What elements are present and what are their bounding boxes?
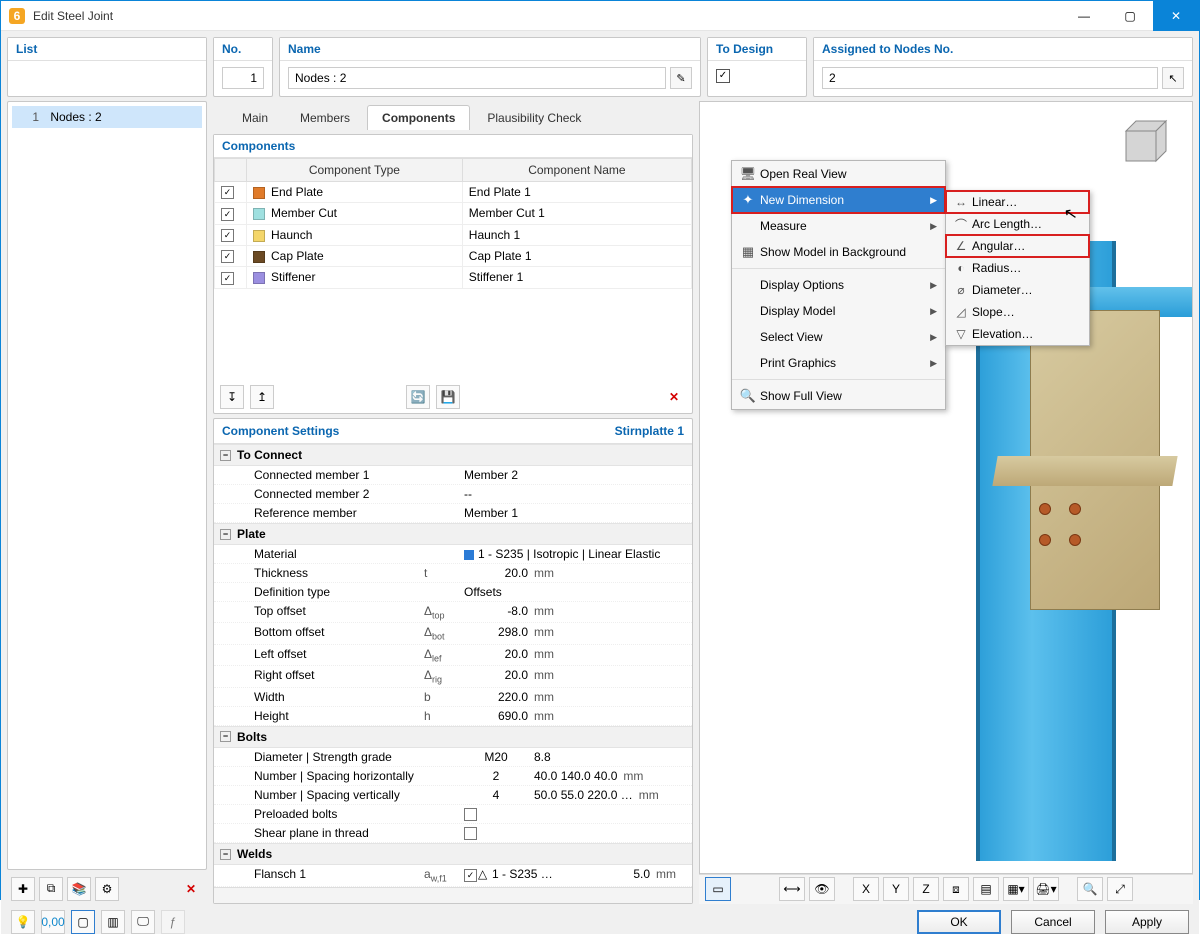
main-tabs: Main Members Components Plausibility Che…: [213, 101, 693, 130]
vtb-print[interactable]: 🖨▾: [1033, 877, 1059, 901]
components-header: Components: [214, 135, 692, 158]
submenu-slope[interactable]: ◿Slope…: [946, 301, 1089, 323]
settings-grid[interactable]: −To Connect Connected member 1Member 2 C…: [214, 444, 692, 887]
col-type[interactable]: Component Type: [247, 159, 463, 182]
list-panel-header: List: [8, 38, 206, 61]
footer-help-button[interactable]: 💡: [11, 910, 35, 934]
new-joint-button[interactable]: ✚: [11, 877, 35, 901]
footer-monitor-button[interactable]: 🖵: [131, 910, 155, 934]
to-design-header: To Design: [708, 38, 806, 61]
list-item-number: 1: [19, 110, 39, 124]
apply-button[interactable]: Apply: [1105, 910, 1189, 934]
no-header: No.: [214, 38, 272, 61]
tool-button[interactable]: ⚙: [95, 877, 119, 901]
ok-button[interactable]: OK: [917, 910, 1001, 934]
name-input[interactable]: Nodes : 2: [288, 67, 666, 89]
app-icon: 6: [9, 8, 25, 24]
cancel-button[interactable]: Cancel: [1011, 910, 1095, 934]
table-row[interactable]: ✓ HaunchHaunch 1: [215, 224, 692, 245]
submenu-radius[interactable]: ◐Radius…: [946, 257, 1089, 279]
row-checkbox[interactable]: ✓: [221, 229, 234, 242]
assigned-nodes-header: Assigned to Nodes No.: [814, 38, 1192, 61]
settings-title: Component Settings: [222, 424, 339, 438]
settings-subtitle: Stirnplatte 1: [615, 424, 684, 438]
tab-main[interactable]: Main: [227, 105, 283, 130]
vtb-view-iso[interactable]: ⧈: [943, 877, 969, 901]
title-bar: 6 Edit Steel Joint — ▢ ✕: [1, 1, 1199, 31]
vtb-select[interactable]: ▭: [705, 877, 731, 901]
add-component-button[interactable]: ↧: [220, 385, 244, 409]
list-item[interactable]: 1 Nodes : 2: [12, 106, 202, 128]
submenu-diameter[interactable]: ⌀Diameter…: [946, 279, 1089, 301]
footer-view1-button[interactable]: ▢: [71, 910, 95, 934]
horizontal-scrollbar[interactable]: [214, 887, 692, 903]
submenu-angular[interactable]: ∠Angular…: [946, 235, 1089, 257]
table-row[interactable]: ✓ Cap PlateCap Plate 1: [215, 245, 692, 266]
minimize-button[interactable]: —: [1061, 1, 1107, 31]
preload-checkbox[interactable]: [464, 808, 477, 821]
copy-joint-button[interactable]: ⧉: [39, 877, 63, 901]
row-checkbox[interactable]: ✓: [221, 250, 234, 263]
group-to-connect[interactable]: −To Connect: [214, 444, 692, 466]
vtb-view-x[interactable]: X: [853, 877, 879, 901]
group-plate[interactable]: −Plate: [214, 523, 692, 545]
vtb-view-y[interactable]: Y: [883, 877, 909, 901]
joint-list[interactable]: 1 Nodes : 2: [8, 102, 206, 869]
refresh-button[interactable]: 🔄: [406, 385, 430, 409]
pick-node-button[interactable]: ↖: [1162, 67, 1184, 89]
no-input[interactable]: 1: [222, 67, 264, 89]
vtb-view-z[interactable]: Z: [913, 877, 939, 901]
close-button[interactable]: ✕: [1153, 1, 1199, 31]
vtb-view-more[interactable]: ▤: [973, 877, 999, 901]
delete-component-button[interactable]: ✕: [662, 385, 686, 409]
menu-display-options[interactable]: Display Options▶: [732, 272, 945, 298]
library-button[interactable]: 📚: [67, 877, 91, 901]
window-title: Edit Steel Joint: [33, 9, 1061, 23]
assigned-nodes-input[interactable]: 2: [822, 67, 1158, 89]
footer-script-button[interactable]: ƒ: [161, 910, 185, 934]
tab-components[interactable]: Components: [367, 105, 470, 130]
vtb-render[interactable]: ▦▾: [1003, 877, 1029, 901]
save-template-button[interactable]: 💾: [436, 385, 460, 409]
table-row[interactable]: ✓ End PlateEnd Plate 1: [215, 182, 692, 203]
to-design-checkbox[interactable]: ✓: [716, 69, 730, 83]
menu-show-bg[interactable]: ▦Show Model in Background: [732, 239, 945, 265]
footer-units-button[interactable]: 0,00: [41, 910, 65, 934]
delete-joint-button[interactable]: ✕: [179, 877, 203, 901]
group-welds[interactable]: −Welds: [214, 843, 692, 865]
components-table: Component Type Component Name ✓ End Plat…: [214, 158, 692, 289]
vtb-visibility[interactable]: 👁: [809, 877, 835, 901]
vtb-zoom-all[interactable]: 🔍: [1077, 877, 1103, 901]
name-header: Name: [280, 38, 700, 61]
weld-enable-checkbox[interactable]: ✓: [464, 869, 477, 882]
nav-cube-icon[interactable]: [1116, 116, 1176, 166]
edit-name-button[interactable]: ✎: [670, 67, 692, 89]
maximize-button[interactable]: ▢: [1107, 1, 1153, 31]
row-checkbox[interactable]: ✓: [221, 208, 234, 221]
row-checkbox[interactable]: ✓: [221, 186, 234, 199]
footer-view2-button[interactable]: ▥: [101, 910, 125, 934]
context-menu[interactable]: 🖥Open Real View ✦New Dimension▶ Measure▶…: [731, 160, 946, 410]
shear-checkbox[interactable]: [464, 827, 477, 840]
list-item-label: Nodes : 2: [50, 110, 101, 124]
row-checkbox[interactable]: ✓: [221, 272, 234, 285]
menu-full-view[interactable]: 🔍Show Full View: [732, 383, 945, 409]
menu-open-real-view[interactable]: 🖥Open Real View: [732, 161, 945, 187]
table-row[interactable]: ✓ Member CutMember Cut 1: [215, 203, 692, 224]
tab-members[interactable]: Members: [285, 105, 365, 130]
menu-display-model[interactable]: Display Model▶: [732, 298, 945, 324]
menu-measure[interactable]: Measure▶: [732, 213, 945, 239]
col-name[interactable]: Component Name: [462, 159, 691, 182]
vtb-external-view[interactable]: ⤢: [1107, 877, 1133, 901]
submenu-elevation[interactable]: ▽Elevation…: [946, 323, 1089, 345]
group-bolts[interactable]: −Bolts: [214, 726, 692, 748]
menu-select-view[interactable]: Select View▶: [732, 324, 945, 350]
view-toolbar: ▭ ⟷ 👁 X Y Z ⧈ ▤ ▦▾ 🖨▾ 🔍 ⤢: [699, 874, 1193, 904]
insert-component-button[interactable]: ↥: [250, 385, 274, 409]
vtb-dimension[interactable]: ⟷: [779, 877, 805, 901]
menu-print-graphics[interactable]: Print Graphics▶: [732, 350, 945, 376]
tab-plausibility[interactable]: Plausibility Check: [472, 105, 596, 130]
table-row[interactable]: ✓ StiffenerStiffener 1: [215, 267, 692, 288]
menu-new-dimension[interactable]: ✦New Dimension▶: [732, 187, 945, 213]
